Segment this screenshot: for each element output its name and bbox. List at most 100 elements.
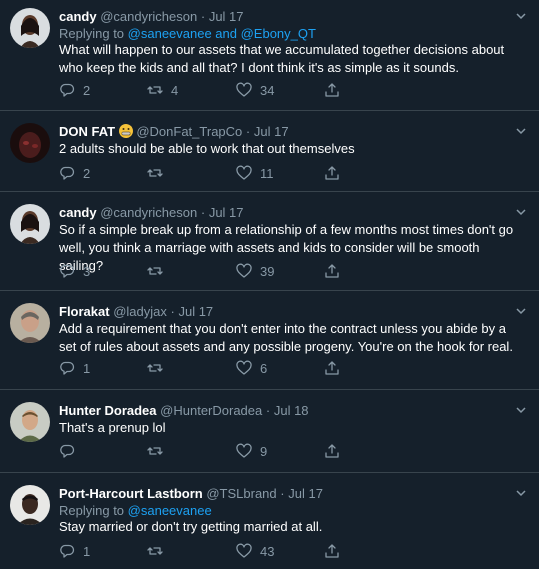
share-icon [325, 264, 339, 278]
chevron-down-icon[interactable] [515, 125, 527, 137]
timestamp[interactable]: Jul 17 [209, 9, 244, 24]
share-button[interactable] [324, 164, 340, 182]
tweet-4[interactable]: Florakat @ladyjax · Jul 17 Add a require… [0, 291, 539, 389]
handle[interactable]: @candyricheson [100, 9, 197, 24]
tweet-header: candy @candyricheson · Jul 17 [59, 204, 244, 221]
retweet-button[interactable] [147, 442, 171, 460]
tweet-header: Port-Harcourt Lastborn @TSLbrand · Jul 1… [59, 485, 323, 502]
chevron-down-icon[interactable] [515, 206, 527, 218]
like-count: 43 [260, 543, 275, 559]
display-name[interactable]: Port-Harcourt Lastborn [59, 486, 203, 501]
share-icon [325, 444, 339, 458]
display-name[interactable]: DON FAT [59, 124, 115, 139]
tweet-3[interactable]: candy @candyricheson · Jul 17 So if a si… [0, 192, 539, 290]
chevron-down-icon[interactable] [515, 404, 527, 416]
separator-dot: · [265, 403, 271, 418]
timestamp[interactable]: Jul 17 [254, 124, 289, 139]
tweet-text: What will happen to our assets that we a… [59, 42, 505, 75]
retweet-button[interactable] [147, 262, 171, 280]
reply-icon [60, 444, 75, 458]
like-button[interactable]: 9 [236, 442, 267, 460]
separator-dot: · [245, 124, 251, 139]
reply-icon [60, 361, 75, 375]
retweet-button[interactable]: 4 [147, 81, 178, 99]
tweet-1[interactable]: candy @candyricheson · Jul 17 Replying t… [0, 0, 539, 110]
handle[interactable]: @candyricheson [100, 205, 197, 220]
display-name[interactable]: candy [59, 205, 97, 220]
display-name[interactable]: candy [59, 9, 97, 24]
share-button[interactable] [324, 442, 340, 460]
retweet-icon [147, 169, 163, 177]
reply-button[interactable]: 2 [59, 81, 90, 99]
tweet-header: DON FAT @DonFat_TrapCo · Jul 17 [59, 123, 289, 140]
tweet-actions: 2 4 34 [59, 81, 359, 99]
tweet-5[interactable]: Hunter Doradea @HunterDoradea · Jul 18 T… [0, 390, 539, 470]
display-name[interactable]: Hunter Doradea [59, 403, 157, 418]
avatar[interactable] [10, 485, 50, 525]
share-button[interactable] [324, 262, 340, 280]
tweet-header: candy @candyricheson · Jul 17 [59, 8, 244, 25]
tweet-header: Florakat @ladyjax · Jul 17 [59, 303, 213, 320]
share-button[interactable] [324, 542, 340, 560]
reply-count: 2 [83, 82, 91, 98]
chevron-down-icon[interactable] [515, 305, 527, 317]
timestamp[interactable]: Jul 17 [209, 205, 244, 220]
handle[interactable]: @TSLbrand [206, 486, 276, 501]
avatar[interactable] [10, 402, 50, 442]
like-button[interactable]: 39 [236, 262, 274, 280]
share-icon [325, 544, 339, 558]
reply-icon [60, 166, 75, 180]
share-icon [325, 361, 339, 375]
reply-button[interactable]: 1 [59, 359, 90, 377]
share-button[interactable] [324, 359, 340, 377]
avatar[interactable] [10, 204, 50, 244]
timestamp[interactable]: Jul 17 [288, 486, 323, 501]
like-button[interactable]: 34 [236, 81, 274, 99]
chevron-down-icon[interactable] [515, 487, 527, 499]
share-button[interactable] [324, 81, 340, 99]
heart-icon [236, 263, 252, 278]
like-count: 39 [260, 263, 275, 279]
separator-dot: · [200, 9, 206, 24]
retweet-icon [147, 447, 163, 455]
reply-button[interactable]: 3 [59, 262, 90, 280]
like-button[interactable]: 11 [236, 164, 274, 182]
tweet-actions: 1 6 [59, 359, 359, 377]
retweet-icon [147, 267, 163, 275]
reply-icon [60, 544, 75, 558]
avatar[interactable] [10, 8, 50, 48]
retweet-count: 4 [171, 82, 179, 98]
reply-button[interactable]: 1 [59, 542, 90, 560]
replying-to-label: Replying to [59, 503, 128, 518]
handle[interactable]: @HunterDoradea [160, 403, 262, 418]
tweet-2[interactable]: DON FAT @DonFat_TrapCo · Jul 17 2 adults… [0, 111, 539, 191]
avatar[interactable] [10, 303, 50, 343]
handle[interactable]: @ladyjax [113, 304, 167, 319]
separator-dot: · [280, 486, 285, 501]
retweet-icon [147, 547, 163, 555]
reply-count: 1 [83, 360, 91, 376]
chevron-down-icon[interactable] [515, 10, 527, 22]
grimacing-emoji-icon [118, 124, 133, 138]
like-button[interactable]: 6 [236, 359, 267, 377]
replying-to-mentions[interactable]: @saneevanee and @Ebony_QT [128, 26, 316, 41]
replying-to-label: Replying to [59, 26, 128, 41]
replying-to-mentions[interactable]: @saneevanee [128, 503, 212, 518]
avatar[interactable] [10, 123, 50, 163]
timestamp[interactable]: Jul 18 [274, 403, 309, 418]
handle[interactable]: @DonFat_TrapCo [136, 124, 242, 139]
timestamp[interactable]: Jul 17 [178, 304, 213, 319]
like-button[interactable]: 43 [236, 542, 274, 560]
heart-icon [236, 360, 252, 375]
retweet-button[interactable] [147, 359, 171, 377]
tweet-actions: 9 [59, 442, 359, 460]
tweet-6[interactable]: Port-Harcourt Lastborn @TSLbrand · Jul 1… [0, 473, 539, 569]
display-name[interactable]: Florakat [59, 304, 110, 319]
reply-button[interactable]: 2 [59, 164, 90, 182]
retweet-icon [147, 86, 163, 94]
retweet-button[interactable] [147, 542, 171, 560]
tweet-actions: 1 43 [59, 542, 359, 560]
reply-button[interactable] [59, 442, 83, 460]
retweet-button[interactable] [147, 164, 171, 182]
heart-icon [236, 543, 252, 558]
